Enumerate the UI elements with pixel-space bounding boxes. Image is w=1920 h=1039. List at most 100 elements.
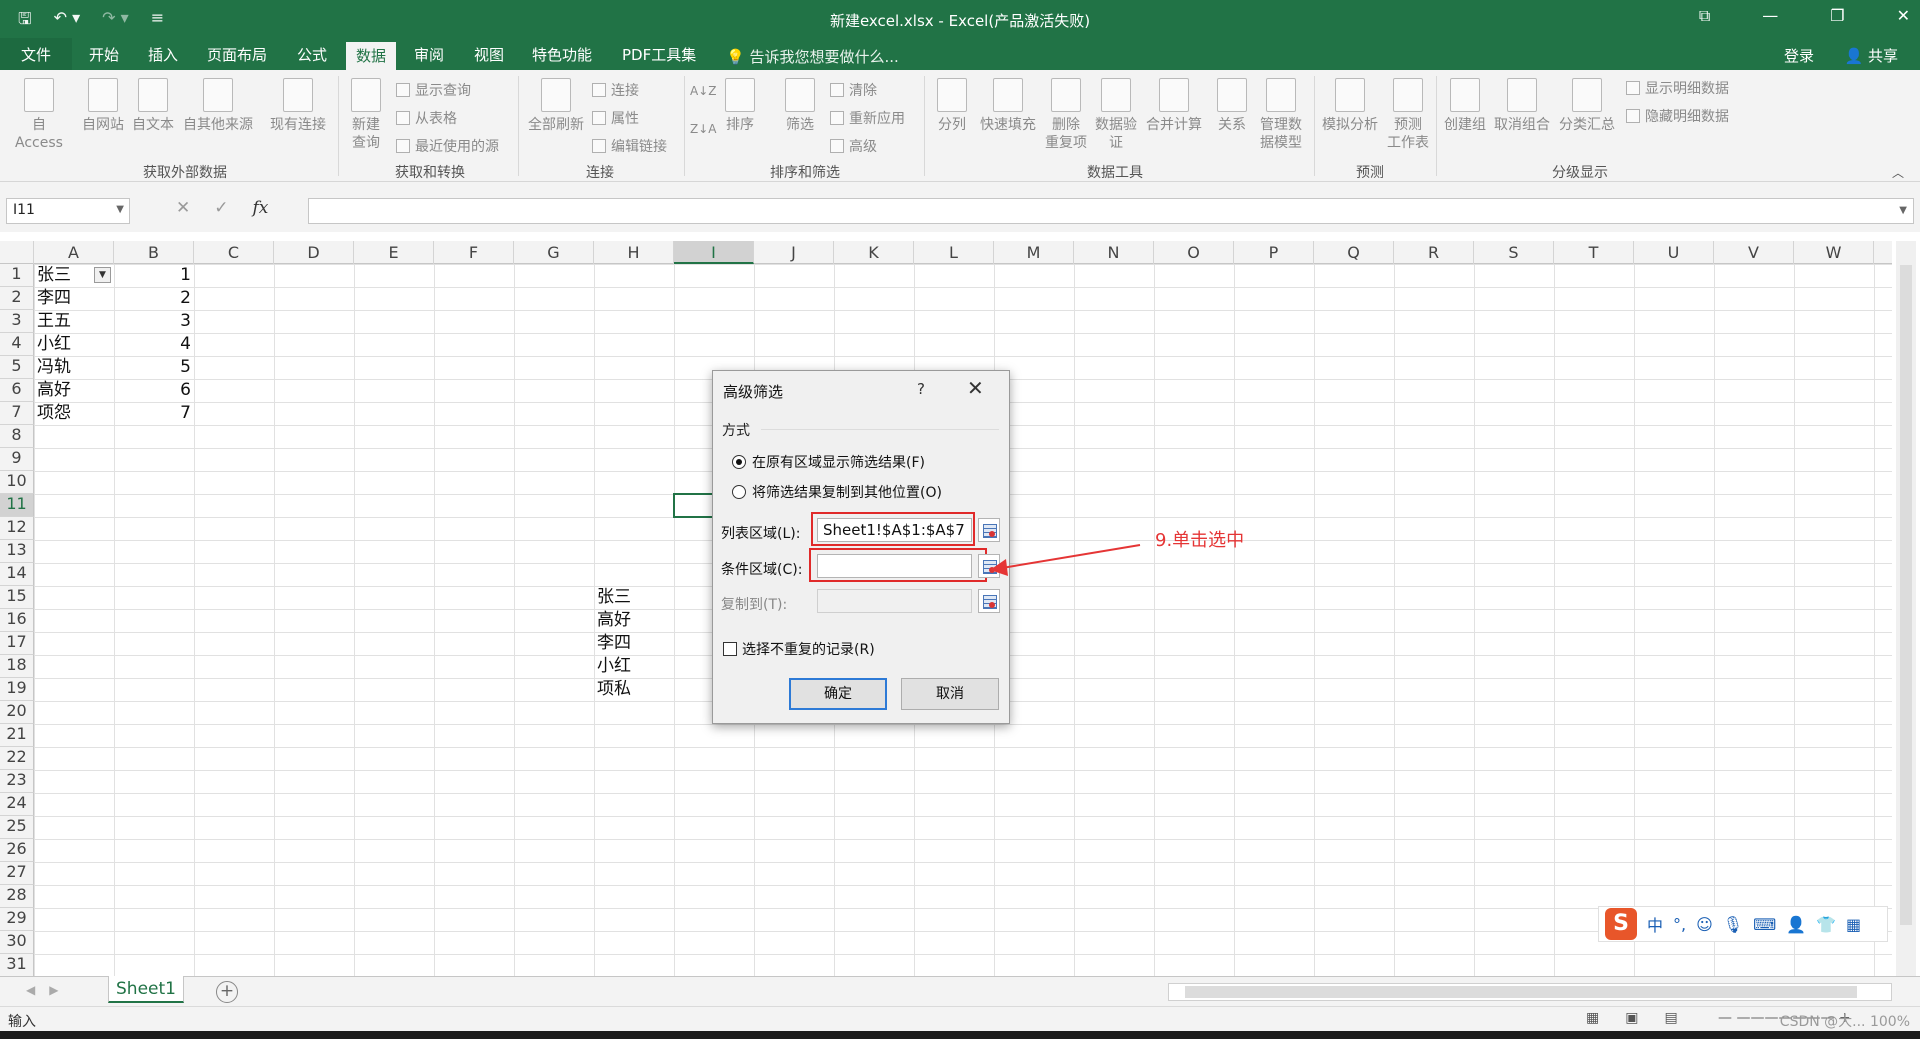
column-header[interactable]: W <box>1794 241 1874 264</box>
row-header[interactable]: 24 <box>0 793 34 816</box>
row-header[interactable]: 29 <box>0 908 34 931</box>
criteria-range-collapse-icon[interactable] <box>978 554 1000 578</box>
row-header[interactable]: 15 <box>0 586 34 609</box>
column-header[interactable]: O <box>1154 241 1234 264</box>
row-header[interactable]: 13 <box>0 540 34 563</box>
cell-a[interactable]: 项怨 <box>37 402 111 425</box>
row-header[interactable]: 30 <box>0 931 34 954</box>
what-if-analysis-button[interactable]: 模拟分析 <box>1318 78 1382 134</box>
column-header[interactable]: K <box>834 241 914 264</box>
cell-h[interactable]: 李四 <box>597 632 671 655</box>
row-header[interactable]: 5 <box>0 356 34 379</box>
filter-dropdown-icon[interactable]: ▼ <box>94 267 111 283</box>
filter-button[interactable]: 筛选 <box>778 78 822 134</box>
microphone-icon[interactable]: 🎙 <box>1723 915 1743 934</box>
ok-button[interactable]: 确定 <box>789 678 887 710</box>
sort-az-button[interactable]: A↓Z <box>690 82 716 100</box>
cell-b[interactable]: 5 <box>117 356 191 379</box>
tab-review[interactable]: 审阅 <box>414 44 444 65</box>
formula-input[interactable]: ▼ <box>308 198 1914 224</box>
scrollbar-thumb[interactable] <box>1185 986 1857 998</box>
add-sheet-button[interactable]: + <box>216 981 238 1003</box>
row-header[interactable]: 28 <box>0 885 34 908</box>
row-header[interactable]: 23 <box>0 770 34 793</box>
text-to-columns-button[interactable]: 分列 <box>930 78 974 134</box>
row-header[interactable]: 21 <box>0 724 34 747</box>
toolbox-icon[interactable]: ▦ <box>1846 915 1861 934</box>
column-header[interactable]: J <box>754 241 834 264</box>
column-header[interactable]: A <box>34 241 114 264</box>
cell-b[interactable]: 6 <box>117 379 191 402</box>
insert-function-icon[interactable]: fx <box>253 198 269 218</box>
row-header[interactable]: 16 <box>0 609 34 632</box>
ungroup-button[interactable]: 取消组合 <box>1490 78 1554 134</box>
tab-page-layout[interactable]: 页面布局 <box>207 44 267 65</box>
sort-za-button[interactable]: Z↓A <box>690 120 716 138</box>
cell-b[interactable]: 4 <box>117 333 191 356</box>
existing-connections-button[interactable]: 现有连接 <box>266 78 330 134</box>
punctuation-icon[interactable]: °, <box>1673 915 1686 934</box>
select-all-corner[interactable] <box>0 241 34 264</box>
cell-b[interactable]: 1 <box>117 264 191 287</box>
column-header[interactable]: U <box>1634 241 1714 264</box>
column-header[interactable]: T <box>1554 241 1634 264</box>
restore-icon[interactable]: ❐ <box>1830 6 1844 26</box>
page-break-view-icon[interactable]: ▤ <box>1664 1010 1677 1026</box>
cell-b[interactable]: 2 <box>117 287 191 310</box>
column-header[interactable]: B <box>114 241 194 264</box>
from-table-button[interactable]: 从表格 <box>396 108 457 128</box>
keyboard-icon[interactable]: ⌨ <box>1753 915 1776 934</box>
group-button[interactable]: 创建组 <box>1440 78 1490 134</box>
column-header[interactable]: I <box>674 241 754 264</box>
sogou-logo-icon[interactable]: S <box>1605 908 1637 940</box>
refresh-all-button[interactable]: 全部刷新 <box>524 78 588 134</box>
column-header[interactable]: H <box>594 241 674 264</box>
column-header[interactable]: M <box>994 241 1074 264</box>
tab-pdf-tools[interactable]: PDF工具集 <box>622 44 696 65</box>
chinese-mode-icon[interactable]: 中 <box>1647 912 1663 936</box>
tab-insert[interactable]: 插入 <box>148 44 178 65</box>
column-header[interactable]: N <box>1074 241 1154 264</box>
skin-icon[interactable]: 👕 <box>1816 915 1836 934</box>
cancel-button[interactable]: 取消 <box>901 678 999 710</box>
row-header[interactable]: 4 <box>0 333 34 356</box>
cell-a[interactable]: 李四 <box>37 287 111 310</box>
column-header[interactable]: R <box>1394 241 1474 264</box>
unique-records-checkbox[interactable]: 选择不重复的记录(R) <box>723 639 875 659</box>
row-header[interactable]: 19 <box>0 678 34 701</box>
row-header[interactable]: 11 <box>0 494 34 517</box>
from-web-button[interactable]: 自网站 <box>78 78 128 134</box>
cell-a[interactable]: 冯轨 <box>37 356 111 379</box>
ime-toolbar[interactable]: S 中 °, ☺ 🎙 ⌨ 👤 👕 ▦ <box>1598 906 1888 942</box>
row-header[interactable]: 14 <box>0 563 34 586</box>
show-detail-button[interactable]: 显示明细数据 <box>1626 78 1729 98</box>
column-header[interactable]: V <box>1714 241 1794 264</box>
column-header[interactable]: L <box>914 241 994 264</box>
close-icon[interactable]: ✕ <box>1897 6 1910 26</box>
tab-special-features[interactable]: 特色功能 <box>532 44 592 65</box>
chevron-down-icon[interactable]: ▼ <box>116 204 124 215</box>
hide-detail-button[interactable]: 隐藏明细数据 <box>1626 106 1729 126</box>
data-validation-button[interactable]: 数据验 证 <box>1092 78 1140 152</box>
cell-b[interactable]: 7 <box>117 402 191 425</box>
column-header[interactable]: P <box>1234 241 1314 264</box>
column-header[interactable]: G <box>514 241 594 264</box>
sign-in-link[interactable]: 登录 <box>1784 45 1814 66</box>
row-header[interactable]: 6 <box>0 379 34 402</box>
row-header[interactable]: 18 <box>0 655 34 678</box>
sheet-nav-arrows[interactable]: ◀▶ <box>26 983 72 997</box>
cell-h[interactable]: 小红 <box>597 655 671 678</box>
cell-a[interactable]: 小红 <box>37 333 111 356</box>
relationships-button[interactable]: 关系 <box>1212 78 1252 134</box>
row-header[interactable]: 25 <box>0 816 34 839</box>
cell-b[interactable]: 3 <box>117 310 191 333</box>
row-header[interactable]: 10 <box>0 471 34 494</box>
vertical-scrollbar[interactable] <box>1896 241 1916 976</box>
help-icon[interactable]: ? <box>917 380 925 398</box>
emoji-icon[interactable]: ☺ <box>1696 915 1713 934</box>
cell-h[interactable]: 项私 <box>597 678 671 701</box>
forecast-sheet-button[interactable]: 预测 工作表 <box>1384 78 1432 152</box>
ribbon-options-icon[interactable]: ⧉ <box>1699 6 1710 26</box>
edit-links-button[interactable]: 编辑链接 <box>592 136 667 156</box>
connections-button[interactable]: 连接 <box>592 80 639 100</box>
